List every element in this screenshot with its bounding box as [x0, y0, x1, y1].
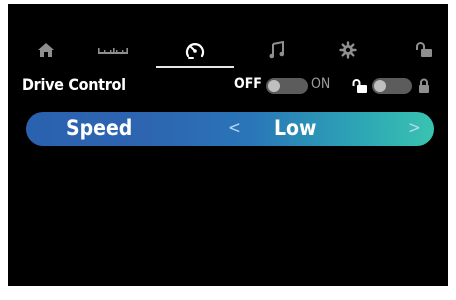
ruler-icon: [98, 48, 128, 54]
music-icon: [269, 41, 285, 59]
speed-prev-button[interactable]: <: [228, 118, 241, 138]
unlock-icon: [416, 42, 432, 57]
drive-control-toggle[interactable]: [266, 78, 308, 94]
off-label: OFF: [234, 76, 262, 92]
tab-lock[interactable]: [404, 34, 444, 66]
on-label: ON: [311, 76, 331, 92]
tab-ruler[interactable]: [88, 34, 138, 66]
drive-control-row: Drive Control OFF ON: [8, 72, 448, 102]
tab-speedometer[interactable]: [175, 34, 215, 66]
tab-bar: [8, 4, 448, 68]
lock-toggle-knob: [374, 80, 386, 92]
speed-value: Low: [274, 116, 317, 140]
speedometer-icon: [185, 43, 205, 59]
lock-toggle[interactable]: [372, 78, 412, 94]
speed-next-button[interactable]: >: [408, 118, 421, 138]
tab-home[interactable]: [26, 34, 66, 66]
toggle-knob: [268, 80, 280, 92]
speed-label: Speed: [66, 116, 133, 140]
active-tab-indicator: [156, 66, 234, 68]
tab-settings[interactable]: [328, 34, 368, 66]
home-icon: [38, 43, 54, 57]
drive-control-title: Drive Control: [22, 75, 126, 94]
unlock-indicator-icon: [352, 79, 368, 98]
gear-icon: [339, 41, 357, 59]
screen: Drive Control OFF ON Speed < Low >: [8, 4, 448, 286]
tab-music[interactable]: [257, 34, 297, 66]
speed-selector[interactable]: Speed < Low >: [26, 112, 434, 146]
lock-indicator-icon: [418, 78, 430, 98]
